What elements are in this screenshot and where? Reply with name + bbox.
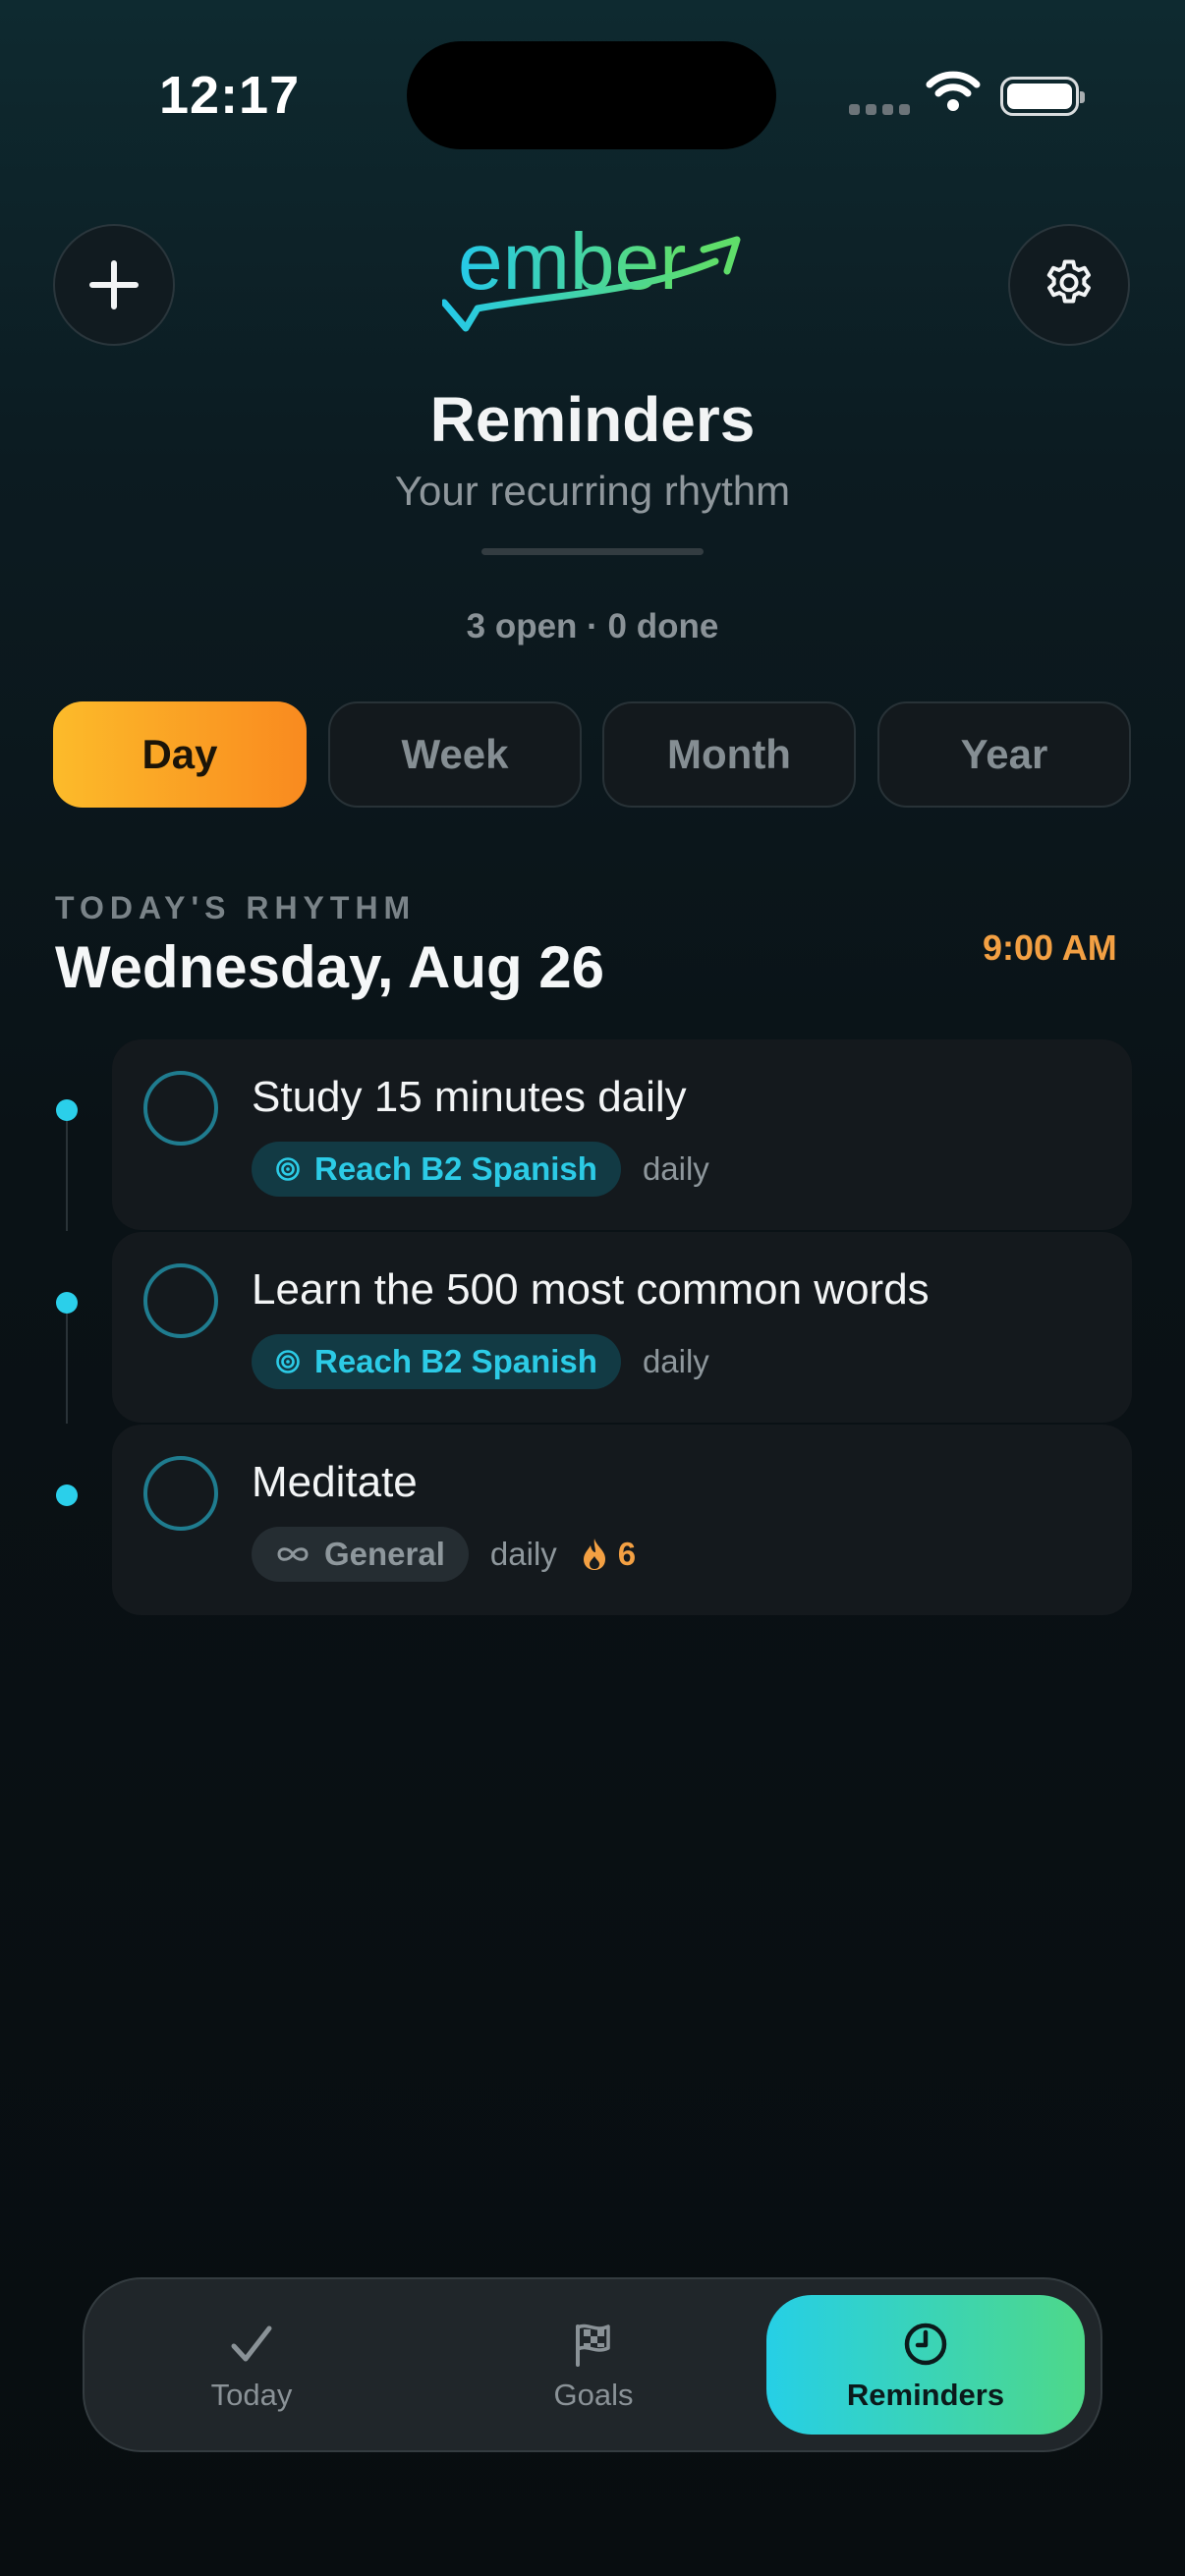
section-label: TODAY'S RHYTHM [55,890,417,925]
tab-reminders-label: Reminders [846,2378,1005,2412]
header-divider [481,548,704,555]
page-subtitle: Your recurring rhythm [394,468,791,514]
tab-today[interactable]: Today [124,2295,379,2435]
streak-count: 6 [617,1536,637,1572]
segment-week[interactable]: Week [328,701,582,808]
plus-icon [89,260,139,309]
general-tag[interactable]: General [252,1527,469,1582]
frequency-label: daily [642,1150,709,1187]
segment-month[interactable]: Month [602,701,856,808]
timeline-connector [66,1314,68,1424]
add-reminder-button[interactable] [53,224,175,346]
checkmark-icon [229,2317,274,2372]
frequency-label: daily [489,1536,557,1572]
status-time: 12:17 [159,66,301,125]
battery-icon [1000,77,1085,116]
general-tag-label: General [324,1536,445,1572]
goal-tag-label: Reach B2 Spanish [314,1343,597,1379]
frequency-label: daily [642,1343,709,1379]
reminder-time: 9:00 AM [983,927,1117,968]
reminder-summary: 3 open · 0 done [466,607,719,645]
complete-checkbox[interactable] [143,1456,218,1531]
timeline-dot [56,1292,78,1314]
section-date: Wednesday, Aug 26 [55,934,605,1000]
tab-goals[interactable]: Goals [466,2295,721,2435]
settings-button[interactable] [1008,224,1130,346]
goal-tag[interactable]: Reach B2 Spanish [252,1142,621,1197]
goal-tag[interactable]: Reach B2 Spanish [252,1334,621,1389]
reminder-meta: Reach B2 Spanish daily [252,1142,709,1197]
timeline-dot [56,1484,78,1506]
target-icon [275,1349,301,1374]
tab-bar: Today Goals Reminders [83,2277,1102,2452]
complete-checkbox[interactable] [143,1071,218,1146]
tab-reminders[interactable]: Reminders [766,2295,1085,2435]
wifi-icon [926,71,981,117]
timeline-dot [56,1099,78,1121]
cellular-signal-icon [849,102,916,120]
ember-logo: ember [440,217,757,345]
clock-icon [902,2317,949,2372]
reminder-card[interactable]: Study 15 minutes daily Reach B2 Spanish … [112,1039,1132,1230]
goal-tag-label: Reach B2 Spanish [314,1150,597,1187]
segment-day[interactable]: Day [53,701,307,808]
reminder-title: Learn the 500 most common words [252,1265,930,1314]
flame-icon [583,1539,605,1570]
streak-badge: 6 [581,1536,636,1573]
gear-icon [1046,259,1091,304]
reminder-card[interactable]: Learn the 500 most common words Reach B2… [112,1232,1132,1423]
reminder-meta: General daily 6 [252,1527,636,1582]
segment-year[interactable]: Year [877,701,1131,808]
complete-checkbox[interactable] [143,1263,218,1338]
reminder-title: Meditate [252,1458,418,1506]
tab-goals-label: Goals [553,2378,634,2412]
reminder-meta: Reach B2 Spanish daily [252,1334,709,1389]
flag-icon [571,2317,616,2372]
timeline-connector [66,1121,68,1231]
infinity-icon [275,1544,310,1564]
target-icon [275,1156,301,1182]
dynamic-island [407,41,776,149]
reminder-card[interactable]: Meditate General daily 6 [112,1425,1132,1615]
page-title: Reminders [429,384,756,455]
reminder-title: Study 15 minutes daily [252,1073,687,1121]
tab-today-label: Today [210,2378,293,2412]
